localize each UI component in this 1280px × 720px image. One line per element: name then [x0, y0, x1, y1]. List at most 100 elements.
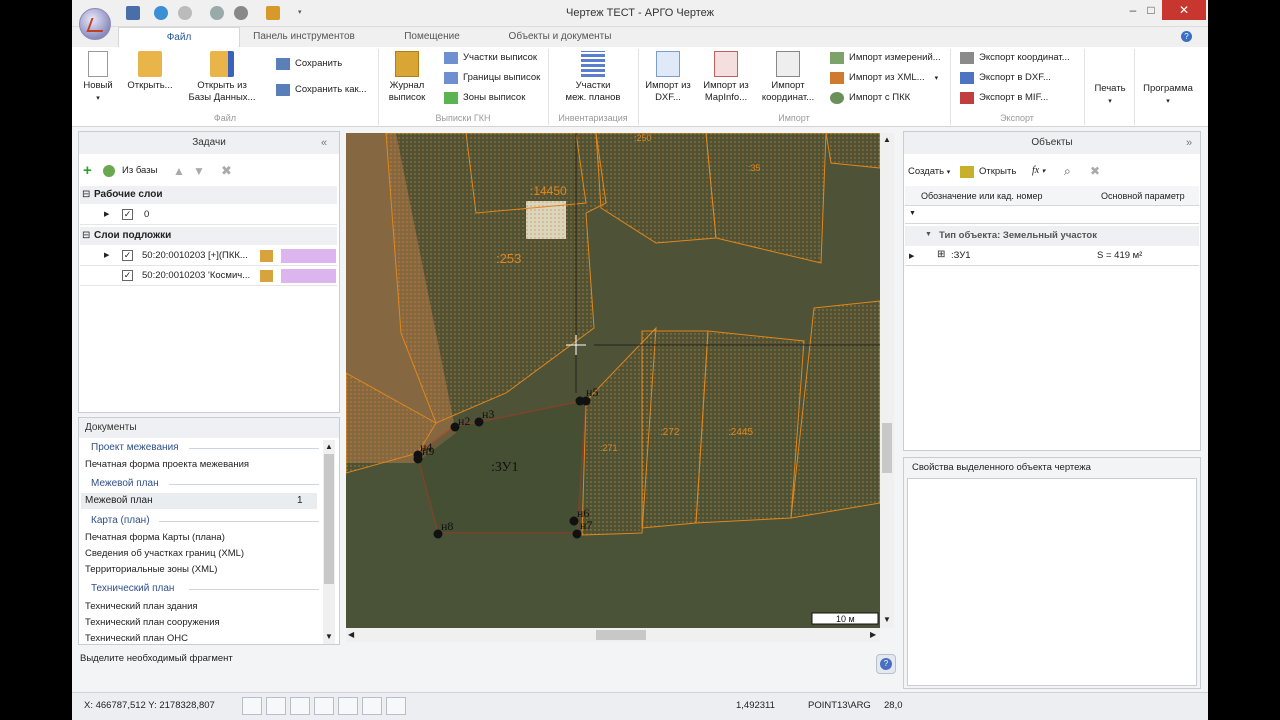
search-icon[interactable]: ⌕: [1064, 164, 1071, 179]
app-logo-icon[interactable]: [79, 8, 111, 40]
snap-perpendicular-icon[interactable]: [386, 697, 406, 715]
scroll-thumb[interactable]: [324, 454, 334, 584]
doc-item[interactable]: Территориальные зоны (XML): [85, 564, 217, 575]
scroll-thumb[interactable]: [882, 423, 892, 473]
collapse-right-icon[interactable]: »: [1186, 137, 1192, 149]
txt-file-icon: [776, 51, 800, 77]
help-icon[interactable]: ?: [1181, 31, 1192, 42]
scroll-up-icon[interactable]: ▲: [883, 135, 891, 144]
save-as-button[interactable]: Сохранить как...: [276, 82, 367, 98]
point-label: н5: [586, 385, 598, 399]
zones-button[interactable]: Зоны выписок: [444, 90, 525, 106]
import-mapinfo-button[interactable]: Импорт из MapInfo...: [698, 51, 754, 104]
base-layer-checkbox[interactable]: ✓: [122, 250, 133, 261]
base-layer-row[interactable]: ✓ 50:20:0010203 'Космич...: [80, 266, 337, 286]
doc-item-selected[interactable]: Межевой план 1: [81, 493, 317, 509]
parcels-button[interactable]: Участки выписок: [444, 50, 537, 66]
tab-room[interactable]: Помещение: [392, 27, 472, 47]
doc-item[interactable]: Сведения об участках границ (XML): [85, 548, 244, 559]
new-button[interactable]: Новый ▾: [78, 51, 118, 105]
layer-color-swatch[interactable]: [281, 249, 336, 263]
column-header[interactable]: Обозначение или кад. номер: [921, 191, 1043, 201]
bounds-button[interactable]: Границы выписок: [444, 70, 540, 86]
snap-endpoint-icon[interactable]: [242, 697, 262, 715]
expand-row-icon[interactable]: ⊞: [937, 249, 945, 260]
delete-icon[interactable]: ✖: [1090, 164, 1100, 178]
doc-item[interactable]: Технический план ОНС: [85, 633, 188, 644]
expand-icon[interactable]: ▼: [925, 231, 932, 238]
scroll-right-icon[interactable]: ▶: [870, 630, 876, 639]
doc-item[interactable]: Технический план здания: [85, 601, 198, 612]
export-mif-button[interactable]: Экспорт в MIF...: [960, 90, 1048, 106]
journal-button[interactable]: Журнал выписок: [382, 51, 432, 104]
help-round-icon[interactable]: ?: [876, 654, 896, 674]
app-window: ▾ Чертеж ТЕСТ - АРГО Чертеж – □ ✕ Файл П…: [72, 0, 1208, 720]
import-pkk-button[interactable]: Импорт с ПКК: [830, 90, 910, 106]
interplans-button[interactable]: Участки меж. планов: [558, 51, 628, 104]
doc-item[interactable]: Печатная форма проекта межевания: [85, 459, 249, 470]
filter-row[interactable]: ▼: [905, 206, 1199, 224]
scroll-thumb[interactable]: [596, 630, 646, 640]
open-object-button[interactable]: Открыть: [960, 164, 1016, 180]
tab-file[interactable]: Файл: [118, 27, 240, 47]
snap-parallel-icon[interactable]: [362, 697, 382, 715]
status-hint: Выделите необходимый фрагмент: [80, 653, 233, 664]
move-down-icon[interactable]: ▼: [193, 164, 207, 178]
import-xml-button[interactable]: Импорт из XML... ▾: [830, 70, 938, 86]
export-coords-button[interactable]: Экспорт координат...: [960, 50, 1070, 66]
base-layer-row[interactable]: ▶ ✓ 50:20:0010203 [+](ПКК...: [80, 246, 337, 266]
scroll-up-icon[interactable]: ▲: [325, 442, 333, 451]
formula-button[interactable]: fx ▾: [1032, 165, 1045, 176]
delete-icon[interactable]: ✖: [221, 163, 235, 178]
docs-scrollbar[interactable]: ▲ ▼: [323, 440, 335, 644]
tab-objects-docs[interactable]: Объекты и документы: [492, 27, 628, 47]
map-canvas[interactable]: :14450 :253 :250 :35 :271 :272 :2445 :ЗУ…: [346, 133, 880, 628]
documents-header: Документы: [79, 418, 339, 438]
scroll-down-icon[interactable]: ▼: [883, 615, 891, 624]
create-button[interactable]: Создать ▾: [908, 166, 950, 177]
import-dxf-button[interactable]: Импорт из DXF...: [642, 51, 694, 104]
group-row[interactable]: ▼ Тип объекта: Земельный участок: [905, 226, 1199, 246]
doc-item[interactable]: Печатная форма Карты (плана): [85, 532, 225, 543]
move-up-icon[interactable]: ▲: [173, 164, 187, 178]
map-scrollbar-vertical[interactable]: ▲ ▼: [880, 133, 894, 628]
layer-settings-icon[interactable]: [260, 270, 273, 282]
point-label: н3: [482, 407, 494, 421]
close-button[interactable]: ✕: [1162, 0, 1206, 20]
open-db-button[interactable]: Открыть из Базы Данных...: [180, 51, 264, 104]
add-icon[interactable]: +: [83, 163, 97, 178]
export-dxf-button[interactable]: Экспорт в DXF...: [960, 70, 1051, 86]
snap-cross-icon[interactable]: [338, 697, 358, 715]
tab-toolbar[interactable]: Панель инструментов: [242, 27, 366, 47]
map-scrollbar-horizontal[interactable]: ◀ ▶: [346, 628, 880, 642]
layer-color-swatch[interactable]: [281, 269, 336, 283]
snap-intersection-icon[interactable]: [290, 697, 310, 715]
snap-midpoint-icon[interactable]: [266, 697, 286, 715]
layer-settings-icon[interactable]: [260, 250, 273, 262]
scroll-down-icon[interactable]: ▼: [325, 632, 333, 641]
from-db-button[interactable]: Из базы: [103, 163, 157, 179]
open-button[interactable]: Открыть...: [122, 51, 178, 92]
properties-title: Свойства выделенного объекта чертежа: [912, 462, 1091, 473]
import-measure-button[interactable]: Импорт измерений...: [830, 50, 941, 66]
base-layers-group[interactable]: Слои подложки: [80, 227, 337, 245]
snap-line-icon[interactable]: [314, 697, 334, 715]
save-as-icon: [276, 84, 290, 96]
open-db-label-2: Базы Данных...: [188, 92, 256, 103]
scroll-left-icon[interactable]: ◀: [348, 630, 354, 639]
collapse-left-icon[interactable]: «: [321, 137, 327, 149]
program-button[interactable]: Программа ▾: [1136, 83, 1200, 108]
base-layer-checkbox[interactable]: ✓: [122, 270, 133, 281]
row-pointer-icon: ▶: [909, 253, 915, 260]
working-layers-group[interactable]: Рабочие слои: [80, 186, 337, 204]
import-coords-button[interactable]: Импорт координат...: [756, 51, 820, 104]
print-button[interactable]: Печать ▾: [1086, 83, 1134, 108]
table-row[interactable]: ▶ ⊞ :ЗУ1 S = 419 м²: [905, 246, 1199, 266]
column-header[interactable]: Основной параметр: [1101, 191, 1185, 201]
object-param: S = 419 м²: [1097, 250, 1143, 261]
layer-row[interactable]: ▶ ✓ 0: [80, 205, 337, 225]
row-pointer-icon: ▶: [104, 211, 110, 218]
doc-item[interactable]: Технический план сооружения: [85, 617, 220, 628]
save-button[interactable]: Сохранить: [276, 56, 342, 72]
layer-checkbox[interactable]: ✓: [122, 209, 133, 220]
